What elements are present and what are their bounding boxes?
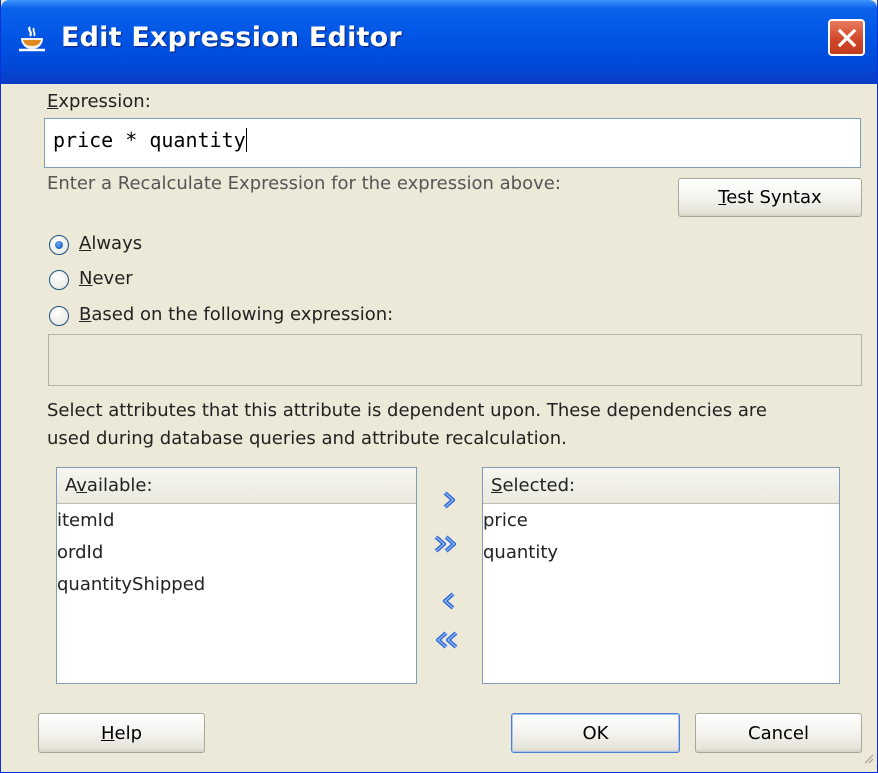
java-cup-icon [17,24,47,54]
radio-always-label[interactable]: Always [79,233,142,254]
move-left-icon[interactable] [437,590,463,612]
list-item[interactable]: itemId [57,508,416,540]
text-caret [245,128,247,152]
resize-grip-icon[interactable] [862,749,874,769]
radio-always[interactable] [49,235,69,255]
list-item[interactable]: price [483,508,839,540]
radio-dot [55,241,63,249]
ok-button[interactable]: OK [511,713,680,753]
available-list[interactable]: Available: itemId ordId quantityShipped [56,467,417,684]
expression-input[interactable]: price * quantity [44,118,861,168]
recalc-hint: Enter a Recalculate Expression for the e… [47,173,561,194]
dependency-hint-line1: Select attributes that this attribute is… [47,400,767,421]
move-all-left-icon[interactable] [432,629,458,651]
selected-list[interactable]: Selected: price quantity [482,467,840,684]
move-all-right-icon[interactable] [432,533,458,555]
expression-value: price * quantity [53,128,246,152]
title-bar[interactable]: Edit Expression Editor [1,0,877,84]
list-item[interactable]: quantity [483,540,839,572]
list-item[interactable]: quantityShipped [57,572,416,604]
cancel-button[interactable]: Cancel [695,713,862,753]
help-button[interactable]: Help [38,713,205,753]
radio-based-on-label[interactable]: Based on the following expression: [79,304,393,325]
window-title: Edit Expression Editor [61,22,402,53]
radio-based-on[interactable] [49,306,69,326]
based-on-expression-input [48,334,862,386]
radio-never-label[interactable]: Never [79,268,133,289]
test-syntax-button[interactable]: Test Syntax [678,178,862,217]
available-header: Available: [57,468,416,504]
close-button[interactable] [828,19,865,56]
list-item[interactable]: ordId [57,540,416,572]
expression-label: Expression: [47,91,151,112]
radio-never[interactable] [49,270,69,290]
dependency-hint-line2: used during database queries and attribu… [47,428,567,449]
move-right-icon[interactable] [437,489,463,511]
selected-header: Selected: [483,468,839,504]
dialog-window: Edit Expression Editor Expression: price… [0,0,878,773]
close-icon [837,28,857,48]
